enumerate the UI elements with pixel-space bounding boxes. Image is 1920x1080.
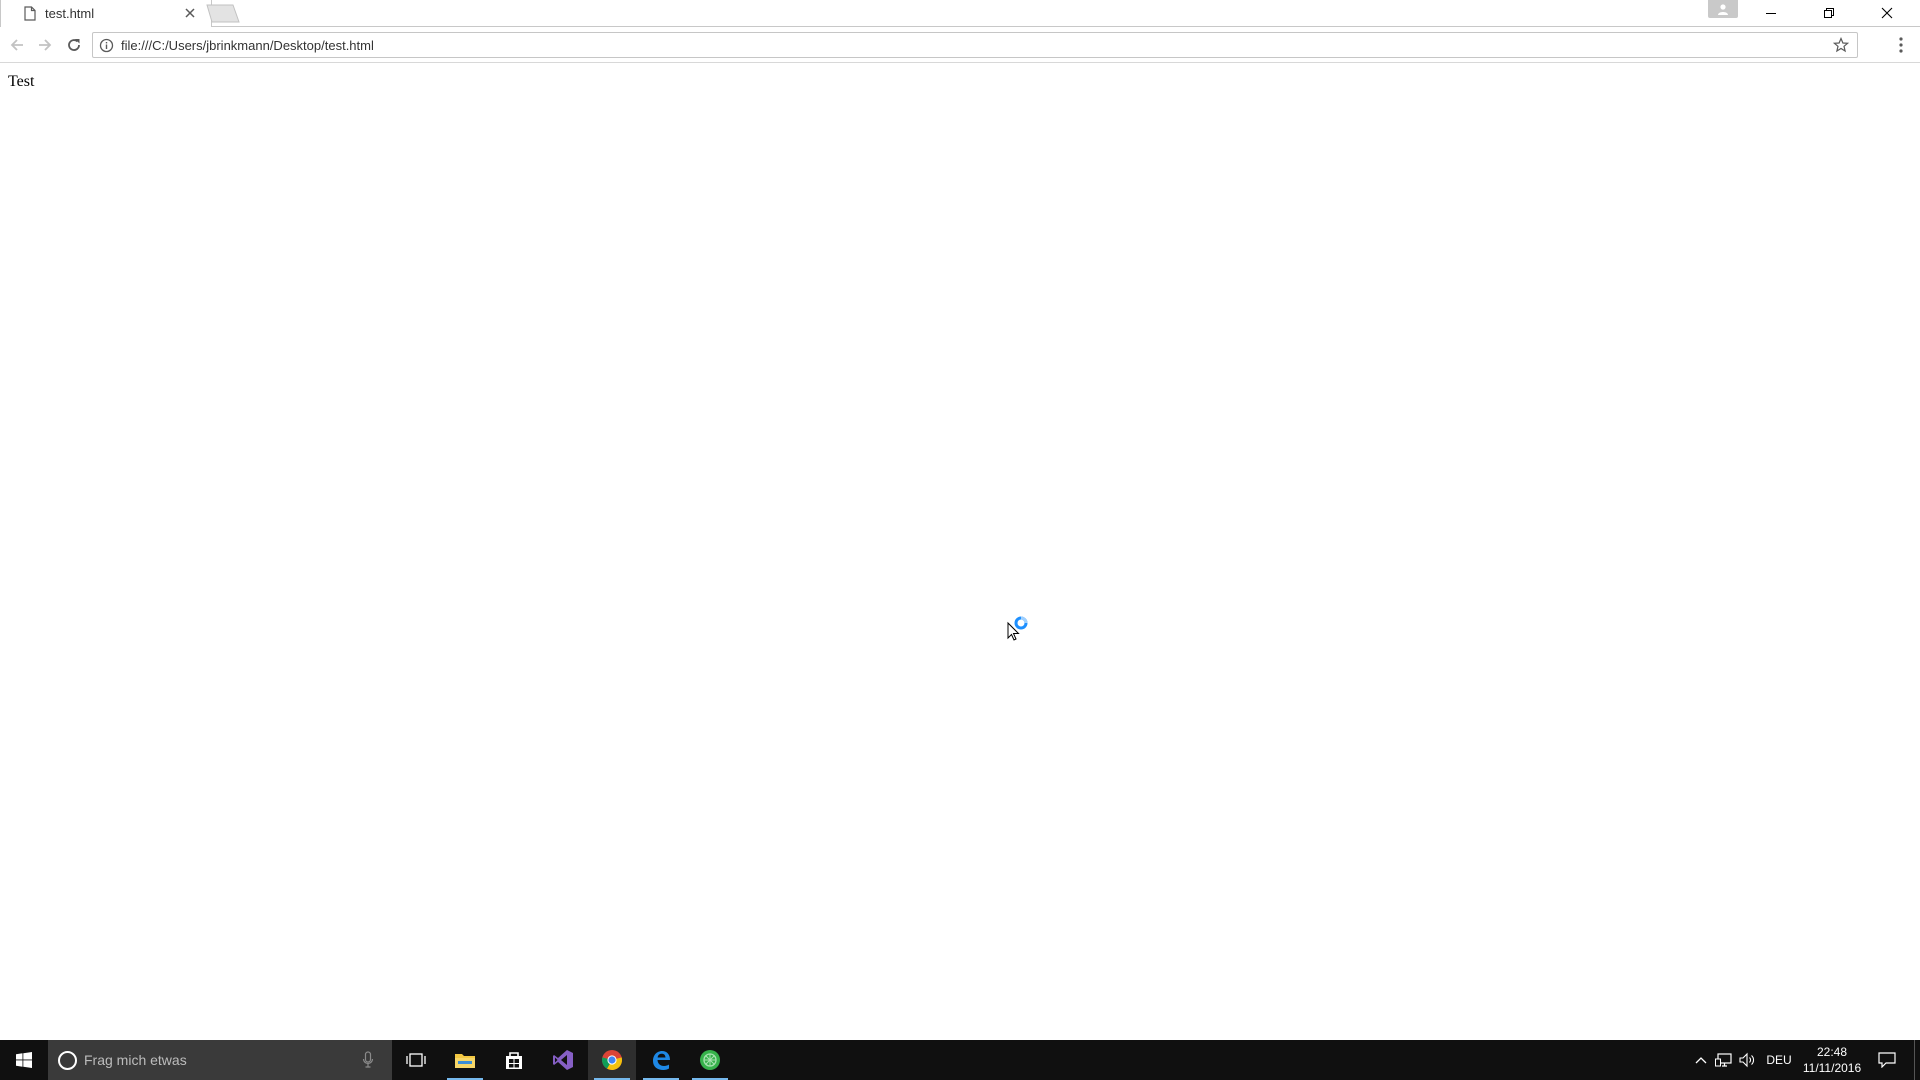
windows-taskbar: Frag mich etwas DEU 22:48 11/11/2016 [0,1040,1920,1080]
close-window-button[interactable] [1858,0,1916,25]
task-view-button[interactable] [392,1040,440,1080]
show-hidden-icons-button[interactable] [1690,1040,1712,1080]
arrow-left-icon [10,39,23,51]
green-app-button[interactable] [686,1040,734,1080]
minimize-button[interactable] [1742,0,1800,25]
search-placeholder[interactable]: Frag mich etwas [84,1052,187,1068]
search-box[interactable]: Frag mich etwas [48,1040,392,1080]
info-icon[interactable] [99,38,114,53]
page-text: Test [8,73,35,90]
edge-button[interactable] [637,1040,685,1080]
store-button[interactable] [490,1040,538,1080]
close-icon [1881,7,1893,18]
page-icon [24,6,36,21]
chrome-button[interactable] [588,1040,636,1080]
reload-button[interactable] [63,34,85,56]
file-explorer-icon [455,1054,475,1068]
vertical-dots-icon[interactable] [1893,36,1909,54]
close-icon[interactable] [182,5,198,21]
tab-test-html[interactable]: test.html [0,0,212,27]
microphone-icon[interactable] [362,1051,374,1069]
start-button[interactable] [0,1040,48,1080]
file-explorer-button[interactable] [441,1040,489,1080]
network-button[interactable] [1713,1040,1735,1080]
address-bar[interactable]: file:///C:/Users/jbrinkmann/Desktop/test… [92,32,1858,58]
cortana-circle-icon[interactable] [58,1051,77,1070]
show-desktop-button[interactable] [1914,1040,1920,1080]
person-icon[interactable] [1708,0,1738,18]
restore-icon [1824,7,1834,18]
edge-icon [653,1051,670,1070]
clock[interactable]: 22:48 11/11/2016 [1796,1044,1868,1076]
visual-studio-button[interactable] [539,1040,587,1080]
chevron-up-icon [1695,1057,1707,1064]
clock-date: 11/11/2016 [1802,1061,1862,1075]
desktop-screen: test.html file:///C:/Users/jbrinkmann/De… [0,0,1920,1080]
clock-time: 22:48 [1816,1045,1848,1059]
action-center-icon [1878,1052,1896,1068]
green-app-icon [700,1050,720,1070]
input-language-indicator[interactable]: DEU [1762,1040,1796,1080]
windows-logo-icon [16,1052,32,1068]
back-button[interactable] [6,34,28,56]
forward-button[interactable] [34,34,56,56]
action-center-button[interactable] [1872,1040,1902,1080]
chrome-icon [601,1050,623,1071]
browser-tab-strip: test.html [0,0,1920,27]
address-url[interactable]: file:///C:/Users/jbrinkmann/Desktop/test… [121,38,374,53]
arrow-right-icon [39,39,52,51]
person-glyph [1718,4,1728,15]
new-tab-icon[interactable] [206,4,244,23]
task-view-icon [406,1053,426,1067]
page-content: Test [0,64,1920,1039]
minimize-icon [1766,12,1776,14]
restore-button[interactable] [1800,0,1858,25]
volume-icon [1739,1052,1754,1068]
star-icon[interactable] [1833,37,1849,53]
visual-studio-icon [553,1050,573,1070]
tab-title: test.html [45,6,95,21]
store-icon [506,1052,522,1069]
network-icon [1715,1053,1732,1067]
volume-button[interactable] [1736,1040,1758,1080]
reload-icon [68,39,80,51]
language-label: DEU [1766,1053,1792,1067]
busy-arrow-cursor [1007,616,1028,641]
browser-toolbar: file:///C:/Users/jbrinkmann/Desktop/test… [0,27,1920,63]
